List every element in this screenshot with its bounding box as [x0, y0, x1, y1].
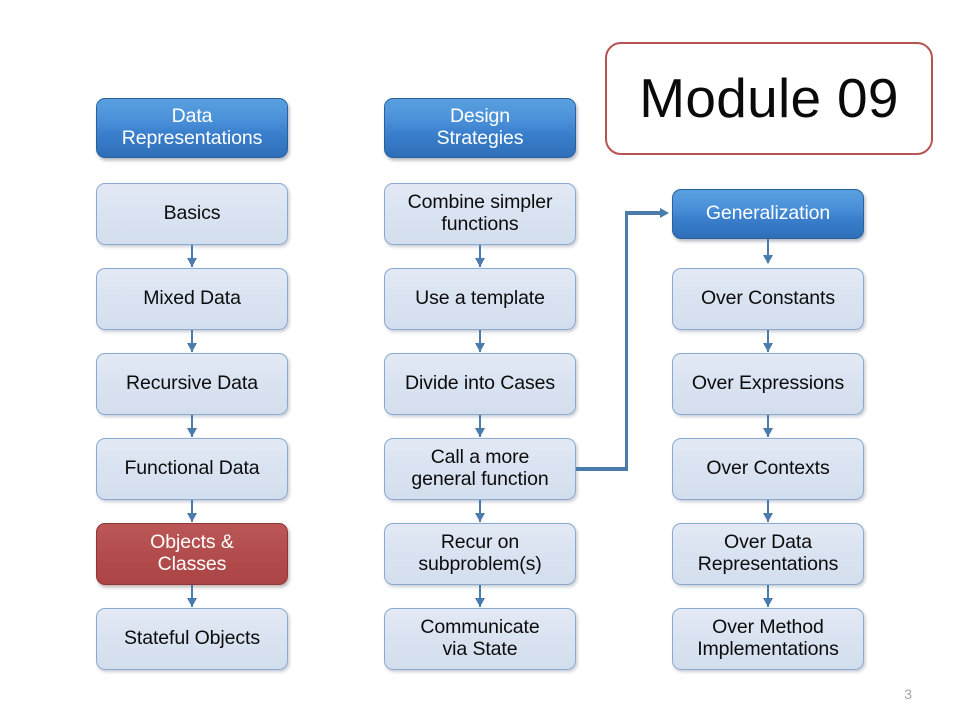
- arrowhead-icon: [474, 343, 485, 352]
- node-label: Use a template: [415, 287, 545, 310]
- node-call-a-more-general-function[interactable]: Call a more general function: [384, 438, 576, 500]
- node-mixed-data[interactable]: Mixed Data: [96, 268, 288, 330]
- node-stateful-objects[interactable]: Stateful Objects: [96, 608, 288, 670]
- module-title-label: Module 09: [639, 66, 899, 129]
- arrowhead-icon: [474, 428, 485, 437]
- node-recursive-data[interactable]: Recursive Data: [96, 353, 288, 415]
- node-label: Over Contexts: [706, 457, 830, 480]
- node-recur-on-subproblems[interactable]: Recur on subproblem(s): [384, 523, 576, 585]
- arrowhead-icon: [186, 428, 197, 437]
- column-header-label: Data Representations: [121, 105, 263, 149]
- arrowhead-icon: [762, 255, 773, 264]
- node-combine-simpler-functions[interactable]: Combine simpler functions: [384, 183, 576, 245]
- arrowhead-icon: [474, 598, 485, 607]
- arrowhead-icon: [474, 258, 485, 267]
- node-over-constants[interactable]: Over Constants: [672, 268, 864, 330]
- node-over-contexts[interactable]: Over Contexts: [672, 438, 864, 500]
- node-label: Objects & Classes: [150, 531, 234, 575]
- node-label: Mixed Data: [143, 287, 241, 310]
- arrowhead-icon: [474, 513, 485, 522]
- arrowhead-icon: [660, 207, 669, 218]
- arrowhead-icon: [762, 428, 773, 437]
- node-over-expressions[interactable]: Over Expressions: [672, 353, 864, 415]
- node-functional-data[interactable]: Functional Data: [96, 438, 288, 500]
- node-use-a-template[interactable]: Use a template: [384, 268, 576, 330]
- node-label: Over Method Implementations: [697, 616, 839, 660]
- column-header-label: Design Strategies: [436, 105, 524, 149]
- arrowhead-icon: [762, 513, 773, 522]
- arrowhead-icon: [762, 343, 773, 352]
- node-label: Stateful Objects: [123, 627, 261, 650]
- node-label: Call a more general function: [411, 446, 549, 490]
- node-label: Over Constants: [700, 287, 836, 310]
- node-communicate-via-state[interactable]: Communicate via State: [384, 608, 576, 670]
- node-label: Recursive Data: [126, 372, 258, 395]
- column-header-design-strategies[interactable]: Design Strategies: [384, 98, 576, 158]
- node-label: Basics: [163, 202, 221, 225]
- arrowhead-icon: [186, 258, 197, 267]
- node-label: Divide into Cases: [404, 372, 556, 395]
- crosslink-segment-top: [624, 211, 663, 215]
- node-label: Recur on subproblem(s): [418, 531, 542, 575]
- node-basics[interactable]: Basics: [96, 183, 288, 245]
- node-label: Communicate via State: [420, 616, 540, 660]
- arrowhead-icon: [186, 343, 197, 352]
- node-label: Functional Data: [124, 457, 260, 480]
- slide-canvas: Module 09 Data Representations Basics Mi…: [0, 0, 960, 720]
- column-header-label: Generalization: [705, 202, 831, 225]
- crosslink-segment-bottom: [576, 467, 628, 471]
- node-divide-into-cases[interactable]: Divide into Cases: [384, 353, 576, 415]
- node-objects-and-classes[interactable]: Objects & Classes: [96, 523, 288, 585]
- module-title-box: Module 09: [605, 42, 933, 155]
- node-over-method-implementations[interactable]: Over Method Implementations: [672, 608, 864, 670]
- node-label: Combine simpler functions: [407, 191, 553, 235]
- column-header-generalization[interactable]: Generalization: [672, 189, 864, 239]
- crosslink-segment-riser: [624, 211, 628, 471]
- arrowhead-icon: [762, 598, 773, 607]
- column-header-data-representations[interactable]: Data Representations: [96, 98, 288, 158]
- node-over-data-representations[interactable]: Over Data Representations: [672, 523, 864, 585]
- page-number: 3: [904, 686, 912, 702]
- node-label: Over Data Representations: [697, 531, 839, 575]
- node-label: Over Expressions: [691, 372, 845, 395]
- arrowhead-icon: [186, 513, 197, 522]
- arrowhead-icon: [186, 598, 197, 607]
